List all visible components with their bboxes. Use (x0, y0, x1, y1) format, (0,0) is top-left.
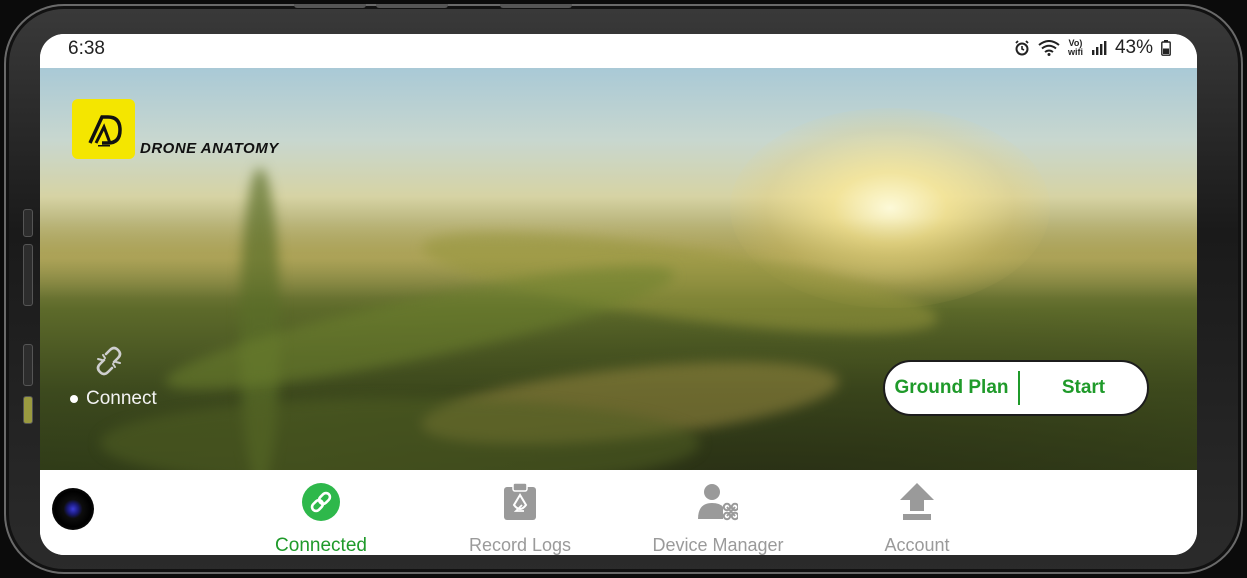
side-hardware-button (23, 244, 33, 306)
phone-frame: 6:38 Vo) wifi 43% DRONE ANATOMY Connect … (4, 4, 1243, 574)
top-hardware-button (376, 4, 448, 8)
brand-logo-icon (87, 115, 122, 147)
side-hardware-button (23, 209, 33, 237)
volte-wifi-icon: Vo) wifi (1068, 39, 1083, 57)
signal-icon (1091, 41, 1107, 55)
brand-logo (72, 99, 135, 159)
nav-label-account: Account (884, 535, 950, 555)
side-hardware-button (23, 396, 33, 424)
nav-item-account[interactable]: Account (832, 482, 1002, 555)
top-hardware-button (500, 4, 572, 8)
status-time: 6:38 (68, 38, 105, 59)
hero-background: DRONE ANATOMY Connect Ground Plan Start (40, 68, 1197, 470)
app-screen: 6:38 Vo) wifi 43% DRONE ANATOMY Connect … (40, 34, 1197, 555)
nav-item-record-logs[interactable]: Record Logs (435, 482, 605, 555)
nav-label-connected: Connected (275, 535, 367, 555)
status-bar: 6:38 Vo) wifi 43% (40, 34, 1197, 68)
volte-bottom-label: wifi (1067, 47, 1083, 57)
user-drone-icon (698, 482, 738, 522)
clipboard-icon (500, 482, 540, 522)
ground-plan-button[interactable]: Ground Plan (885, 377, 1018, 399)
connect-status[interactable]: Connect (70, 388, 157, 410)
nav-item-device-manager[interactable]: Device Manager (633, 482, 803, 555)
battery-percent: 43% (1114, 37, 1153, 58)
bottom-navigation: Connected Record Logs Device Manager Acc… (40, 470, 1197, 555)
wifi-icon (1038, 40, 1060, 56)
top-hardware-button (294, 4, 366, 8)
nav-label-device-manager: Device Manager (652, 535, 784, 555)
brand-name: DRONE ANATOMY (140, 140, 279, 157)
status-icons: Vo) wifi 43% (1014, 37, 1171, 59)
action-pill: Ground Plan Start (883, 360, 1149, 416)
status-dot (70, 395, 78, 403)
battery-icon (1161, 40, 1171, 56)
connect-label: Connect (86, 388, 157, 409)
link-icon (301, 482, 341, 522)
alarm-icon (1015, 40, 1029, 56)
upload-arrow-icon (897, 482, 937, 522)
start-button[interactable]: Start (1020, 377, 1147, 399)
broken-link-icon[interactable] (94, 346, 124, 376)
side-hardware-button (23, 344, 33, 386)
nav-label-record-logs: Record Logs (468, 535, 572, 555)
nav-item-connected[interactable]: Connected (236, 482, 406, 555)
front-camera (52, 488, 94, 530)
